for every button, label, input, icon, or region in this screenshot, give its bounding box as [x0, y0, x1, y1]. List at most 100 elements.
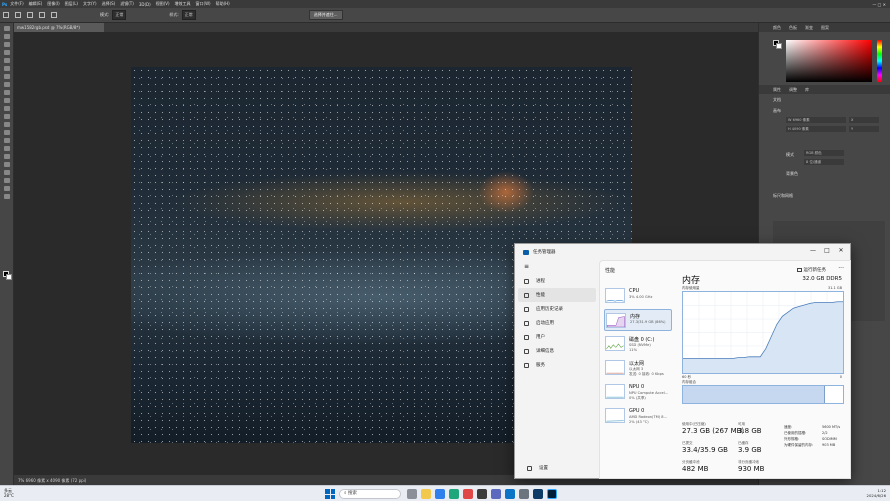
- add-selection-icon[interactable]: [39, 12, 45, 18]
- depth-select[interactable]: 8 位/通道: [804, 159, 844, 165]
- device-memory[interactable]: 内存 27.3/31.9 GB (86%): [604, 309, 672, 331]
- nav-processes[interactable]: 进程: [518, 274, 596, 288]
- menu-filter[interactable]: 滤镜(T): [120, 1, 134, 7]
- device-npu[interactable]: NPU 0 NPU Compute Accel... 0% (共享): [604, 381, 672, 403]
- menu-layer[interactable]: 图层(L): [65, 1, 78, 7]
- menu-select[interactable]: 选择(S): [102, 1, 116, 7]
- device-ethernet[interactable]: 以太网 以太网 3 发送: 0 接收: 0 Kbps: [604, 357, 672, 379]
- brush-tool-icon[interactable]: [3, 90, 10, 95]
- maximize-button[interactable]: □: [820, 247, 834, 255]
- type-tool-icon[interactable]: [3, 154, 10, 159]
- app-icon[interactable]: [505, 489, 515, 499]
- settings-app-icon[interactable]: [491, 489, 501, 499]
- menu-type[interactable]: 文字(Y): [83, 1, 97, 7]
- menu-image[interactable]: 图像(I): [47, 1, 59, 7]
- nav-settings[interactable]: 设置: [521, 461, 599, 475]
- nav-services[interactable]: 服务: [518, 358, 596, 372]
- app-icon-2[interactable]: [519, 489, 529, 499]
- hand-tool-icon[interactable]: [3, 178, 10, 183]
- hamburger-menu-icon[interactable]: ≡: [515, 260, 599, 274]
- blur-tool-icon[interactable]: [3, 130, 10, 135]
- more-options-icon[interactable]: ···: [838, 265, 844, 272]
- height-field[interactable]: H 4090 像素: [786, 126, 846, 132]
- minimize-button[interactable]: —: [806, 247, 820, 255]
- taskbar-search[interactable]: ⌕ 搜索: [339, 489, 401, 499]
- run-new-task-button[interactable]: 运行新任务: [796, 267, 826, 273]
- menu-plugins[interactable]: 增效工具: [175, 1, 191, 7]
- hue-slider[interactable]: [877, 40, 882, 82]
- dodge-tool-icon[interactable]: [3, 138, 10, 143]
- mode-select[interactable]: 正常: [112, 10, 127, 20]
- menu-edit[interactable]: 编辑(E): [29, 1, 43, 7]
- chrome-icon[interactable]: [463, 489, 473, 499]
- frame-tool-icon[interactable]: [3, 66, 10, 71]
- marquee-icon[interactable]: [15, 12, 21, 18]
- eyedropper-tool-icon[interactable]: [3, 74, 10, 79]
- pen-tool-icon[interactable]: [3, 146, 10, 151]
- tab-gradients[interactable]: 渐变: [805, 25, 813, 31]
- close-button[interactable]: ✕: [834, 247, 848, 255]
- menu-view[interactable]: 视图(V): [156, 1, 170, 7]
- tab-libraries[interactable]: 库: [805, 87, 809, 93]
- more-tools-icon[interactable]: [3, 194, 10, 199]
- style-select[interactable]: 正常: [181, 10, 196, 20]
- crop-tool-icon[interactable]: [3, 58, 10, 63]
- select-and-mask-button[interactable]: 选择并遮住...: [308, 10, 343, 20]
- system-clock[interactable]: 1:12 2024/6/26: [867, 488, 886, 498]
- memory-sparkline: [606, 313, 626, 328]
- device-disk[interactable]: 磁盘 0 (C:) SSD (NVMe) 11%: [604, 333, 672, 355]
- window-controls[interactable]: — □ ✕: [872, 2, 886, 7]
- nav-performance[interactable]: 性能: [518, 288, 596, 302]
- quick-select-tool-icon[interactable]: [3, 50, 10, 55]
- windows-start-icon[interactable]: [325, 489, 335, 499]
- mail-icon[interactable]: [435, 489, 445, 499]
- healing-tool-icon[interactable]: [3, 82, 10, 87]
- tab-swatches[interactable]: 色板: [789, 25, 797, 31]
- device-gpu[interactable]: GPU 0 AMD Radeon(TM) 8... 2% (43 °C): [604, 405, 672, 427]
- y-field[interactable]: Y: [849, 126, 879, 132]
- mode-select[interactable]: RGB 颜色: [804, 150, 844, 156]
- tab-adjustments[interactable]: 调整: [789, 87, 797, 93]
- edge-icon[interactable]: [449, 489, 459, 499]
- gradient-tool-icon[interactable]: [3, 122, 10, 127]
- shape-tool-icon[interactable]: [3, 170, 10, 175]
- cpu-sparkline: [605, 288, 625, 303]
- stamp-tool-icon[interactable]: [3, 98, 10, 103]
- nav-details[interactable]: 详细信息: [518, 344, 596, 358]
- background-color-swatch[interactable]: [6, 274, 12, 280]
- nav-startup-apps[interactable]: 启动应用: [518, 316, 596, 330]
- photoshop-taskbar-icon[interactable]: [547, 489, 557, 499]
- menu-3d[interactable]: 3D(D): [139, 2, 151, 7]
- tab-color[interactable]: 颜色: [773, 25, 781, 31]
- memory-title: 内存: [682, 276, 701, 286]
- terminal-icon[interactable]: [533, 489, 543, 499]
- nav-users[interactable]: 用户: [518, 330, 596, 344]
- path-select-icon[interactable]: [3, 162, 10, 167]
- memory-usage-graph: [682, 291, 844, 374]
- eraser-tool-icon[interactable]: [3, 114, 10, 119]
- bg-swatch[interactable]: [776, 43, 782, 49]
- marquee-tool-icon[interactable]: [3, 34, 10, 39]
- device-cpu[interactable]: CPU 3% 4.00 GHz: [604, 285, 672, 307]
- new-selection-icon[interactable]: [27, 12, 33, 18]
- move-tool-icon[interactable]: [3, 26, 10, 31]
- x-field[interactable]: X: [849, 117, 879, 123]
- color-picker-field[interactable]: [786, 40, 872, 82]
- home-icon[interactable]: [3, 12, 9, 18]
- store-icon[interactable]: [477, 489, 487, 499]
- lasso-tool-icon[interactable]: [3, 42, 10, 47]
- tab-patterns[interactable]: 图案: [821, 25, 829, 31]
- task-view-icon[interactable]: [407, 489, 417, 499]
- nav-app-history[interactable]: 应用历史记录: [518, 302, 596, 316]
- menu-window[interactable]: 窗口(W): [196, 1, 211, 7]
- history-brush-icon[interactable]: [3, 106, 10, 111]
- width-field[interactable]: W 6960 像素: [786, 117, 846, 123]
- menu-help[interactable]: 帮助(H): [216, 1, 230, 7]
- subtract-selection-icon[interactable]: [51, 12, 57, 18]
- file-explorer-icon[interactable]: [421, 489, 431, 499]
- menu-file[interactable]: 文件(F): [10, 1, 23, 7]
- tab-properties[interactable]: 属性: [773, 87, 781, 93]
- zoom-tool-icon[interactable]: [3, 186, 10, 191]
- document-tab[interactable]: mw1582rgb.psd @ 7%(RGB/8*): [14, 23, 104, 32]
- weather-widget[interactable]: 多云 28°C: [4, 488, 14, 498]
